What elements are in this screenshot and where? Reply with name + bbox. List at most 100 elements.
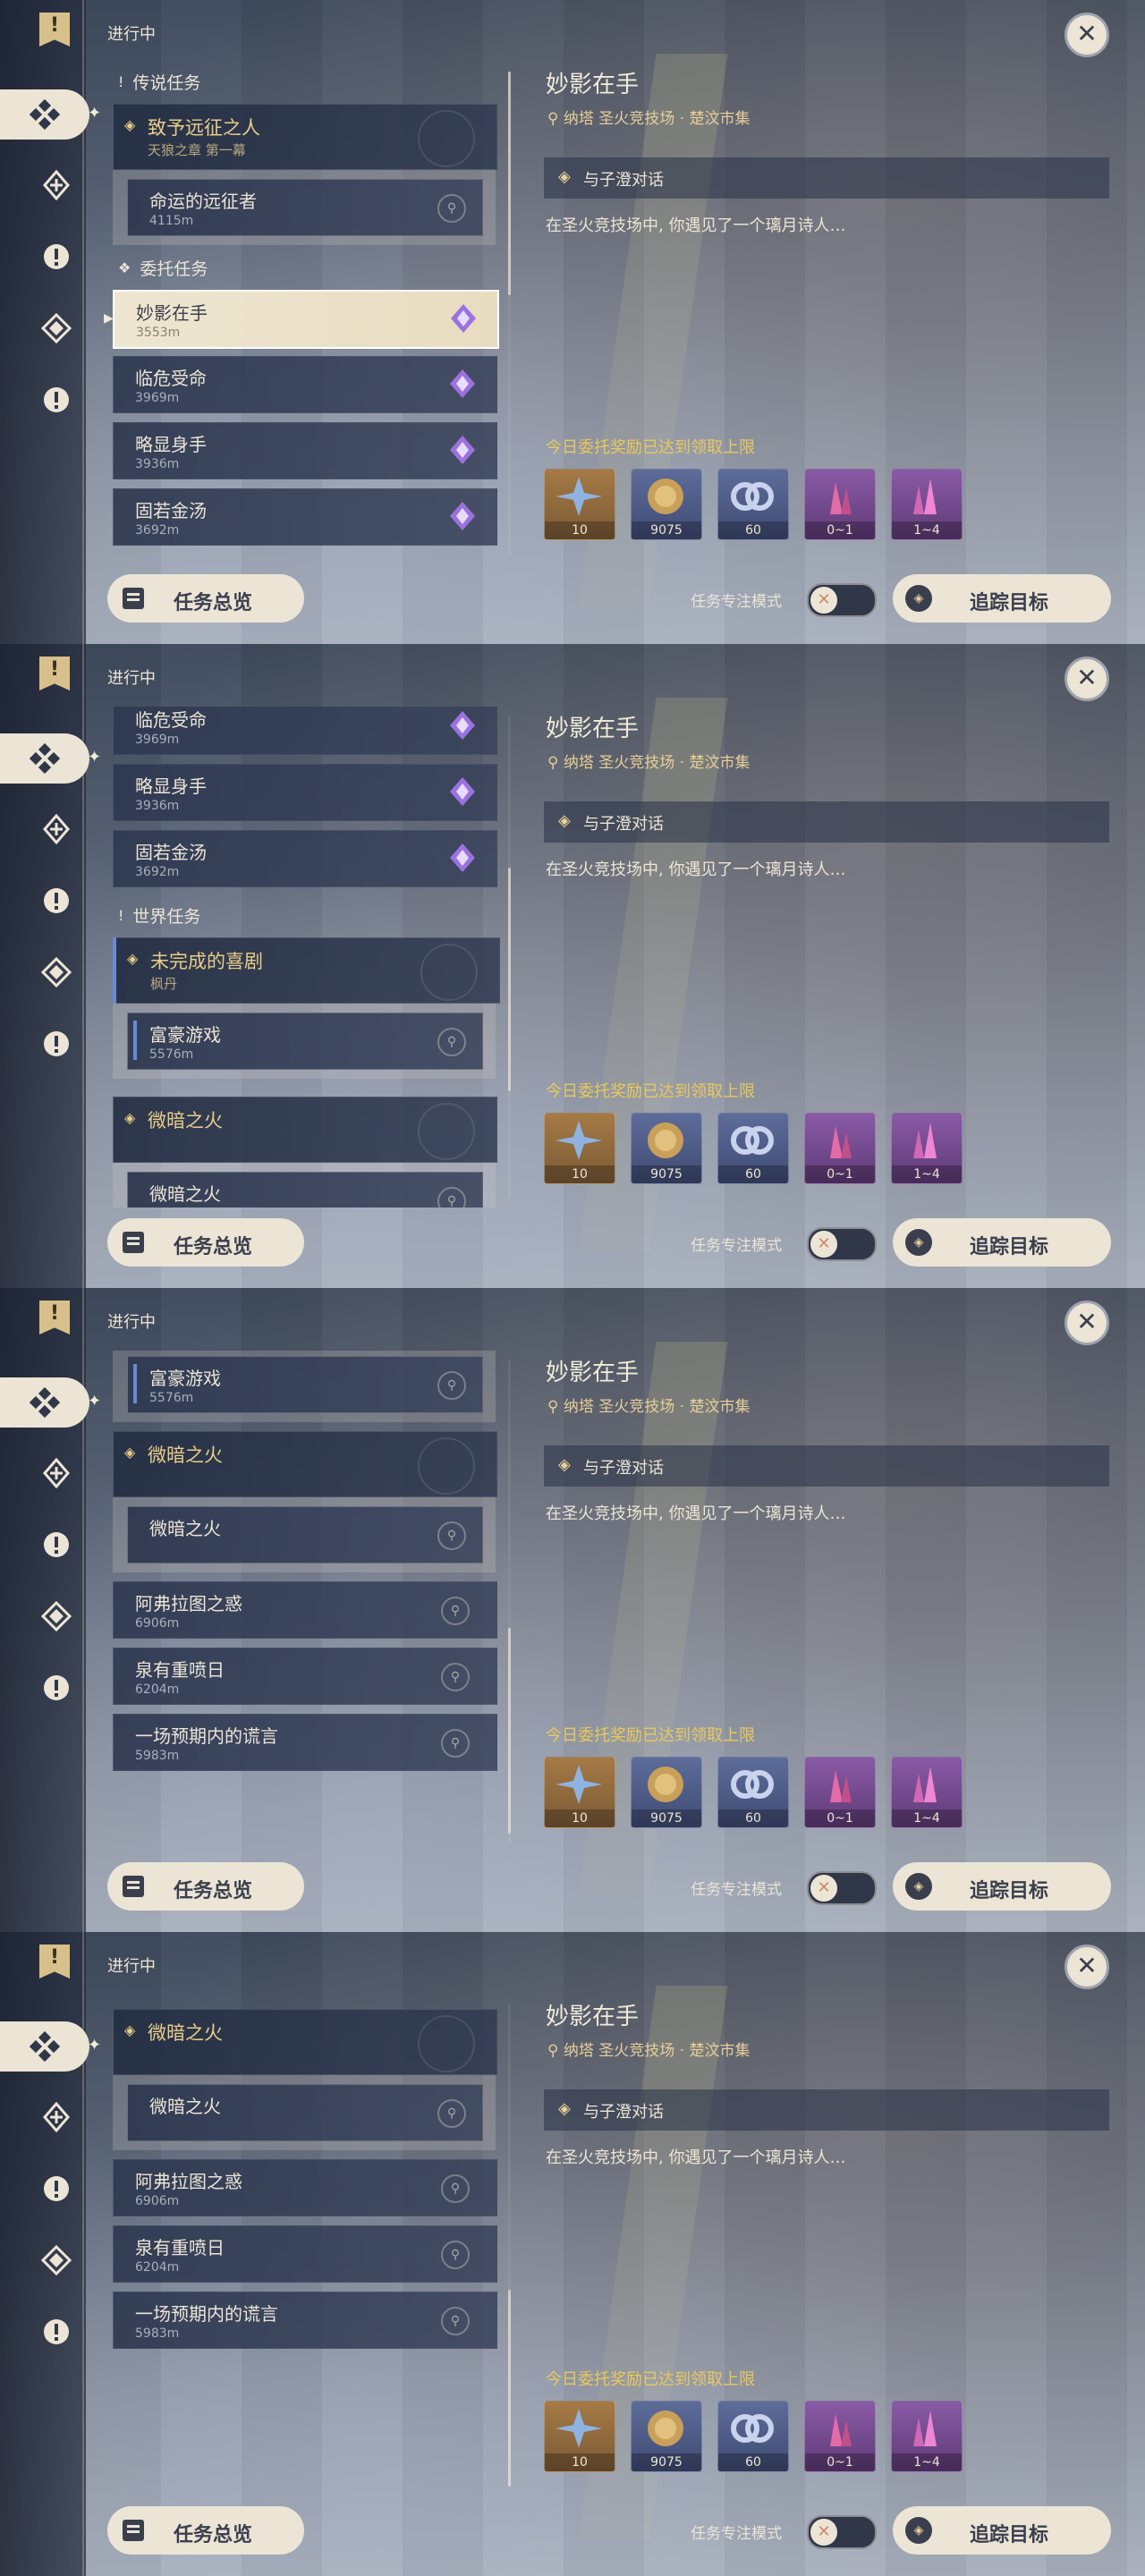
focus-mode-toggle[interactable]: ✕ <box>807 583 877 617</box>
quest-group-legend[interactable]: ◈ 致予远征之人 天狼之章 第一幕 <box>113 104 497 170</box>
exclamation-icon[interactable] <box>34 377 79 422</box>
archon-icon[interactable] <box>34 2095 79 2140</box>
scrollbar[interactable] <box>508 716 511 1199</box>
location-pin-icon[interactable]: ⚲ <box>441 1597 470 1625</box>
quest-item[interactable]: 临危受命 3969m <box>113 356 497 413</box>
sub-quest-item[interactable]: 微暗之火 ⚲ <box>127 2084 483 2141</box>
quest-group-faint[interactable]: ◈ 微暗之火 <box>113 1431 497 1497</box>
scrollbar[interactable] <box>508 2004 511 2487</box>
quest-overview-button[interactable]: 任务总览 <box>107 1862 304 1911</box>
quest-item[interactable]: 固若金汤 3692m <box>113 830 497 887</box>
world-icon[interactable] <box>34 950 79 995</box>
quest-item[interactable]: 泉有重喷日 6204m ⚲ <box>113 2225 497 2283</box>
focus-mode-toggle[interactable]: ✕ <box>807 1227 877 1261</box>
focus-mode-toggle[interactable]: ✕ <box>807 1871 877 1905</box>
scroll-thumb[interactable] <box>508 2290 511 2487</box>
archon-icon[interactable] <box>34 807 79 852</box>
reward-item[interactable]: 0~1 <box>804 2401 876 2472</box>
location-pin-icon[interactable]: ⚲ <box>441 2174 470 2203</box>
sub-quest-item[interactable]: 命运的远征者 4115m ⚲ <box>127 179 483 236</box>
quest-overview-button[interactable]: 任务总览 <box>107 2506 304 2555</box>
quest-overview-button[interactable]: 任务总览 <box>107 574 304 623</box>
quest-group-world[interactable]: ◈ 未完成的喜剧 枫丹 <box>113 937 500 1004</box>
location-pin-icon[interactable]: ⚲ <box>437 1028 466 1056</box>
location-pin-icon[interactable]: ⚲ <box>437 2099 466 2128</box>
quest-item[interactable]: 泉有重喷日 6204m ⚲ <box>113 1648 497 1705</box>
commission-icon[interactable] <box>0 2021 89 2072</box>
reward-item[interactable]: 60 <box>717 469 789 540</box>
close-button[interactable]: ✕ <box>1064 13 1109 57</box>
location-pin-icon[interactable]: ⚲ <box>437 1521 466 1550</box>
world-icon[interactable] <box>34 306 79 351</box>
reward-item[interactable]: 10 <box>544 469 615 540</box>
location-pin-icon[interactable]: ⚲ <box>441 2241 470 2269</box>
exclamation-icon[interactable] <box>34 878 79 923</box>
quest-list[interactable]: 临危受命 3969m 略显身手 3936m 固若金汤 3692m ! 世界任务 ◈… <box>100 707 505 1208</box>
scrollbar[interactable] <box>508 72 511 555</box>
commission-icon[interactable] <box>0 733 89 784</box>
reward-item[interactable]: 1~4 <box>891 2401 963 2472</box>
quest-list[interactable]: ◈ 微暗之火 微暗之火 ⚲ 阿弗拉图之惑 6906m ⚲ 泉有重喷日 6204m… <box>100 1995 505 2496</box>
world-icon[interactable] <box>34 1594 79 1639</box>
quest-item[interactable]: 略显身手 3936m <box>113 422 497 479</box>
exclamation-icon[interactable] <box>34 1665 79 1710</box>
scroll-thumb[interactable] <box>508 1628 511 1834</box>
location-pin-icon[interactable]: ⚲ <box>441 1663 470 1691</box>
exclamation-icon[interactable] <box>34 2309 79 2354</box>
reward-item[interactable]: 0~1 <box>804 1113 876 1184</box>
close-button[interactable]: ✕ <box>1064 657 1109 701</box>
quest-item-selected[interactable]: ▶ 妙影在手 3553m <box>104 290 499 349</box>
quest-item[interactable]: 一场预期内的谎言 5983m ⚲ <box>113 1714 497 1771</box>
commission-icon[interactable] <box>0 89 89 140</box>
focus-mode-toggle[interactable]: ✕ <box>807 2515 877 2549</box>
track-target-button[interactable]: ◈ 追踪目标 <box>893 574 1111 623</box>
reward-item[interactable]: 10 <box>544 1757 615 1828</box>
reward-item[interactable]: 9075 <box>631 2401 702 2472</box>
scrollbar[interactable] <box>508 1360 511 1843</box>
track-target-button[interactable]: ◈ 追踪目标 <box>893 1218 1111 1267</box>
quest-item[interactable]: 略显身手 3936m <box>113 764 497 821</box>
reward-item[interactable]: 1~4 <box>891 1113 963 1184</box>
quest-list[interactable]: 富豪游戏 5576m ⚲ ◈ 微暗之火 微暗之火 ⚲ 阿弗拉图之惑 6906m … <box>100 1351 505 1852</box>
quest-item[interactable]: 阿弗拉图之惑 6906m ⚲ <box>113 1581 497 1639</box>
location-pin-icon[interactable]: ⚲ <box>437 194 466 223</box>
reward-item[interactable]: 9075 <box>631 1113 702 1184</box>
quest-list[interactable]: ! 传说任务 ◈ 致予远征之人 天狼之章 第一幕 命运的远征者 4115m ⚲ ❖… <box>100 63 505 564</box>
sub-quest-item[interactable]: 富豪游戏 5576m ⚲ <box>127 1356 483 1413</box>
location-pin-icon[interactable]: ⚲ <box>437 1371 466 1400</box>
exclamation-icon[interactable] <box>34 1522 79 1567</box>
track-target-button[interactable]: ◈ 追踪目标 <box>893 1862 1111 1911</box>
reward-item[interactable]: 9075 <box>631 1757 702 1828</box>
quest-item[interactable]: 阿弗拉图之惑 6906m ⚲ <box>113 2159 497 2216</box>
commission-icon[interactable] <box>0 1377 89 1428</box>
sub-quest-item[interactable]: 富豪游戏 5576m ⚲ <box>127 1013 483 1070</box>
quest-overview-button[interactable]: 任务总览 <box>107 1218 304 1267</box>
quest-group-faint[interactable]: ◈ 微暗之火 <box>113 2009 497 2075</box>
quest-item[interactable]: 一场预期内的谎言 5983m ⚲ <box>113 2292 497 2349</box>
location-pin-icon[interactable]: ⚲ <box>441 2307 470 2335</box>
reward-item[interactable]: 10 <box>544 1113 615 1184</box>
scroll-thumb[interactable] <box>508 868 511 1091</box>
reward-item[interactable]: 0~1 <box>804 1757 876 1828</box>
reward-item[interactable]: 10 <box>544 2401 615 2472</box>
reward-item[interactable]: 1~4 <box>891 1757 963 1828</box>
reward-item[interactable]: 0~1 <box>804 469 876 540</box>
quest-group-faint[interactable]: ◈ 微暗之火 <box>113 1097 497 1163</box>
reward-item[interactable]: 9075 <box>631 469 702 540</box>
exclamation-icon[interactable] <box>34 1021 79 1066</box>
sub-quest-item[interactable]: 微暗之火 ⚲ <box>127 1172 483 1208</box>
archon-icon[interactable] <box>34 1451 79 1496</box>
reward-item[interactable]: 1~4 <box>891 469 963 540</box>
quest-item[interactable]: 临危受命 3969m <box>113 707 497 755</box>
archon-icon[interactable] <box>34 163 79 208</box>
location-pin-icon[interactable]: ⚲ <box>437 1187 466 1208</box>
sub-quest-item[interactable]: 微暗之火 ⚲ <box>127 1506 483 1563</box>
close-button[interactable]: ✕ <box>1064 1945 1109 1989</box>
location-pin-icon[interactable]: ⚲ <box>441 1729 470 1758</box>
reward-item[interactable]: 60 <box>717 1757 789 1828</box>
exclamation-icon[interactable] <box>34 2166 79 2211</box>
reward-item[interactable]: 60 <box>717 2401 789 2472</box>
reward-item[interactable]: 60 <box>717 1113 789 1184</box>
quest-item[interactable]: 固若金汤 3692m <box>113 488 497 546</box>
world-icon[interactable] <box>34 2238 79 2283</box>
